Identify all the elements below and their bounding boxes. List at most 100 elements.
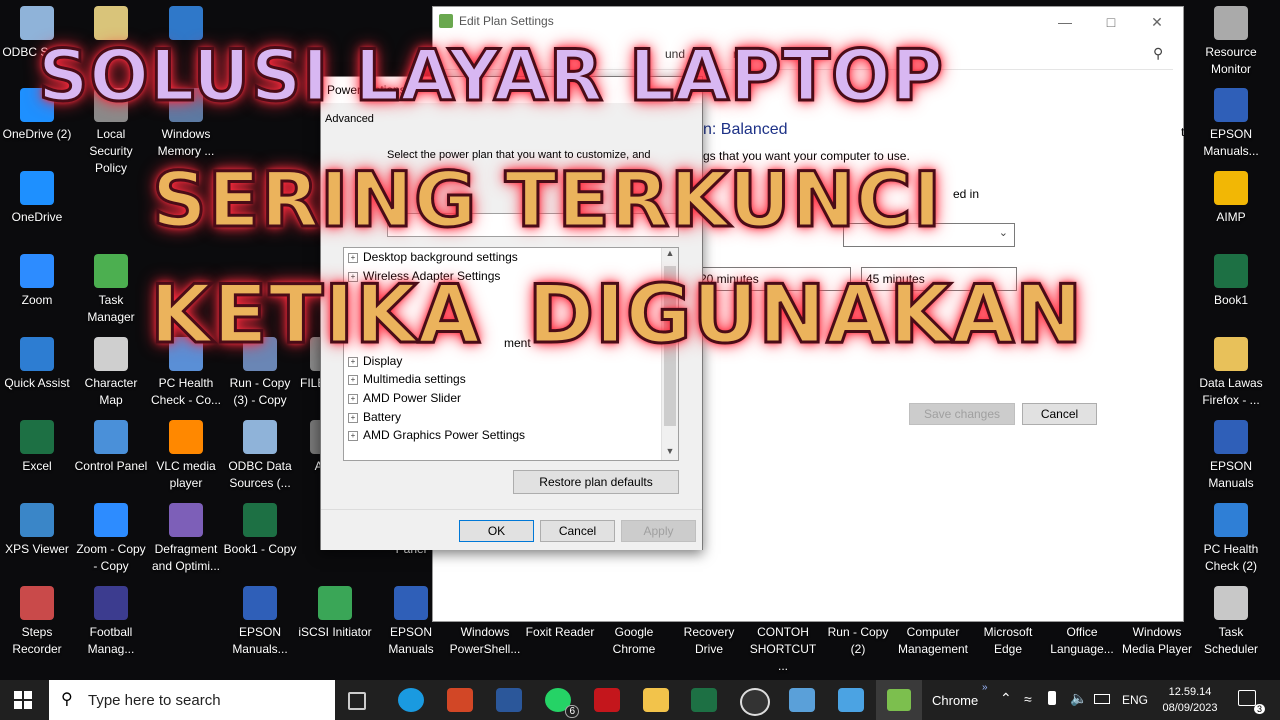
desktop-icon[interactable]: Task Scheduler (1194, 586, 1268, 658)
overflow-chevron-icon[interactable]: » (982, 682, 988, 693)
app-icon (394, 586, 428, 620)
save-changes-button[interactable]: Save changes (909, 403, 1015, 425)
notification-badge: 3 (1253, 704, 1265, 714)
app-icon (318, 586, 352, 620)
desktop-icon[interactable]: Control Panel (74, 420, 148, 475)
expand-icon[interactable]: + (348, 413, 358, 423)
tree-item-label: AMD Power Slider (363, 391, 462, 405)
desktop-icon[interactable]: Zoom - Copy - Copy (74, 503, 148, 575)
app-icon (1214, 254, 1248, 288)
desktop-icon[interactable]: Quick Assist (0, 337, 74, 392)
desktop-icon[interactable]: Task Manager (74, 254, 148, 326)
powerpoint-icon[interactable] (447, 688, 473, 712)
desktop-icon-label: Local Security Policy (89, 127, 133, 175)
desktop-icon[interactable]: Defragment and Optimi... (149, 503, 223, 575)
app-icon (243, 586, 277, 620)
plugged-in-label: ed in (953, 187, 980, 201)
whatsapp-icon[interactable]: 6 (545, 688, 579, 718)
tree-item[interactable]: + Desktop background settings (348, 248, 518, 266)
wifi-icon[interactable]: ≈ (1024, 691, 1032, 707)
desktop-icon[interactable]: ODBC Data Sources (... (223, 420, 297, 492)
desktop-icon[interactable]: Excel (0, 420, 74, 475)
tree-item[interactable]: + Battery (348, 408, 401, 426)
usb-icon[interactable] (1048, 691, 1056, 705)
app-icon (1214, 420, 1248, 454)
control-panel-icon[interactable] (838, 688, 864, 712)
scroll-up-icon[interactable]: ▲ (662, 248, 678, 262)
desktop-icon[interactable]: Zoom (0, 254, 74, 309)
desktop-icon[interactable]: EPSON Manuals... (1194, 88, 1268, 160)
desktop-icon[interactable]: Character Map (74, 337, 148, 409)
scroll-down-icon[interactable]: ▼ (662, 446, 678, 460)
taskbar-search-box[interactable]: ⚲ Type here to search (49, 680, 335, 720)
excel-icon[interactable] (691, 688, 717, 712)
desktop-icon-label: Book1 (1213, 293, 1249, 307)
app-icon (243, 503, 277, 537)
desktop-icon[interactable]: PC Health Check (2) (1194, 503, 1268, 575)
cancel-button[interactable]: Cancel (1022, 403, 1097, 425)
expand-icon[interactable]: + (348, 253, 358, 263)
desktop-icon[interactable]: Football Manag... (74, 586, 148, 658)
desktop-icon[interactable]: EPSON Manuals... (223, 586, 297, 658)
search-icon[interactable]: ⚲ (1153, 45, 1163, 62)
desktop-icon[interactable]: EPSON Manuals (1194, 420, 1268, 492)
desktop-icon-label: iSCSI Initiator (298, 625, 372, 639)
desktop-icon-label: Data Lawas Firefox - ... (1199, 376, 1263, 407)
file-explorer-icon[interactable] (643, 688, 669, 712)
desktop-icon[interactable]: XPS Viewer (0, 503, 74, 558)
expand-icon[interactable]: + (348, 375, 358, 385)
desktop-icon[interactable]: Data Lawas Firefox - ... (1194, 337, 1268, 409)
app-icon (20, 254, 54, 288)
whatsapp-badge: 6 (565, 705, 579, 718)
windows-logo-icon (14, 691, 32, 709)
app-icon (1214, 586, 1248, 620)
desktop-icon-label: Book1 - Copy (223, 542, 297, 556)
desktop-icon[interactable]: AIMP (1194, 171, 1268, 226)
app-icon (20, 503, 54, 537)
power-options-taskbar-icon[interactable] (876, 680, 922, 720)
acrobat-icon[interactable] (594, 688, 620, 712)
desktop-icon[interactable]: Resource Monitor (1194, 6, 1268, 78)
desktop-icon-label: Run - Copy (3) - Copy (229, 376, 291, 407)
desktop-icon-label: EPSON Manuals... (1203, 127, 1259, 158)
desktop-icon[interactable]: Book1 (1194, 254, 1268, 309)
app-icon (1214, 171, 1248, 205)
app-icon (1214, 337, 1248, 371)
maximize-button[interactable]: □ (1091, 11, 1131, 33)
apply-button[interactable]: Apply (621, 520, 696, 542)
desktop-icon-label: Football Manag... (87, 625, 135, 656)
expand-icon[interactable]: + (348, 431, 358, 441)
close-button[interactable]: ✕ (1137, 11, 1177, 33)
word-icon[interactable] (496, 688, 522, 712)
desktop-icon-label: OneDrive (11, 210, 63, 224)
expand-icon[interactable]: + (348, 394, 358, 404)
tree-item[interactable]: + AMD Graphics Power Settings (348, 426, 525, 444)
app-icon (20, 337, 54, 371)
desktop-icon[interactable]: Book1 - Copy (223, 503, 297, 558)
volume-icon[interactable]: 🔈 (1070, 690, 1087, 707)
desktop-icon-label: Foxit Reader (525, 625, 595, 639)
desktop-icon[interactable]: OneDrive (0, 171, 74, 226)
tree-item[interactable]: + AMD Power Slider (348, 389, 461, 407)
tree-item[interactable]: + Multimedia settings (348, 370, 466, 388)
chrome-taskbar-label[interactable]: Chrome (932, 693, 978, 708)
notification-icon[interactable]: 3 (1238, 690, 1265, 714)
task-view-icon[interactable] (348, 692, 366, 710)
start-button[interactable] (14, 691, 32, 709)
desktop-icon[interactable]: Steps Recorder (0, 586, 74, 658)
ok-button[interactable]: OK (459, 520, 534, 542)
language-indicator[interactable]: ENG (1122, 693, 1148, 707)
dialog-cancel-button[interactable]: Cancel (540, 520, 615, 542)
desktop-icon[interactable]: VLC media player (149, 420, 223, 492)
minimize-button[interactable]: — (1045, 11, 1085, 33)
edge-icon[interactable] (398, 688, 424, 712)
screen-recorder-icon[interactable] (740, 688, 770, 716)
clock[interactable]: 12.59.14 08/09/2023 (1162, 684, 1218, 716)
remote-desktop-icon[interactable] (789, 688, 815, 712)
show-hidden-icons[interactable]: ⌃ (1000, 690, 1012, 707)
desktop-icon-label: ODBC Data Sources (... (228, 459, 292, 490)
battery-icon[interactable] (1094, 694, 1110, 704)
restore-plan-defaults-button[interactable]: Restore plan defaults (513, 470, 679, 494)
taskbar: ⚲ Type here to search 6 Chrome » ⌃ ≈ 🔈 E… (0, 680, 1280, 720)
desktop-icon[interactable]: iSCSI Initiator (298, 586, 372, 641)
